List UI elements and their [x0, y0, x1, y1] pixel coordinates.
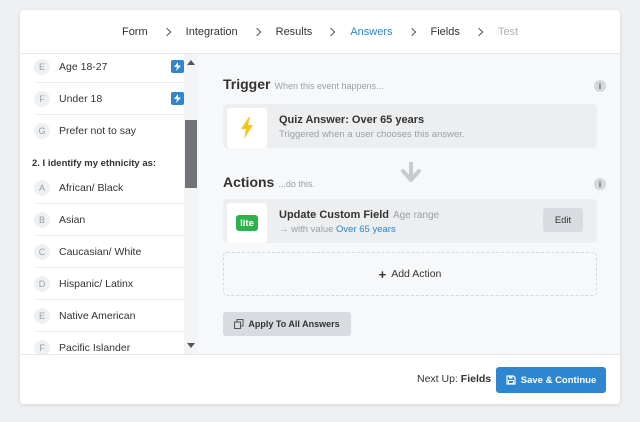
next-up-step: Fields: [460, 373, 492, 385]
breadcrumb-answers[interactable]: Answers: [342, 26, 400, 38]
scroll-down-arrow-icon[interactable]: [187, 343, 195, 348]
answer-label: Asian: [59, 213, 86, 226]
breadcrumb-test: Test: [497, 25, 519, 38]
arrow-down-icon: [400, 161, 422, 187]
action-field-hint: Age range: [393, 210, 440, 221]
scrollbar-thumb[interactable]: [185, 120, 197, 188]
answer-label: Caucasian/ White: [59, 245, 142, 258]
lightning-icon: [241, 117, 253, 139]
answer-letter: D: [34, 275, 50, 292]
info-icon[interactable]: i: [594, 80, 606, 92]
answer-item[interactable]: E Native American: [34, 300, 184, 332]
answer-letter: E: [34, 307, 50, 324]
automation-panel: Trigger When this event happens... i Quiz…: [198, 54, 620, 354]
add-action-button[interactable]: + Add Action: [223, 252, 597, 296]
breadcrumb: Form Integration Results Answers Fields …: [20, 10, 620, 54]
action-title: Update Custom Field: [279, 209, 390, 221]
chevron-right-icon: [327, 27, 336, 36]
answer-item[interactable]: F Under 18: [34, 83, 184, 115]
answer-label: Native American: [59, 309, 136, 322]
breadcrumb-form[interactable]: Form: [114, 26, 156, 38]
breadcrumb-results[interactable]: Results: [268, 26, 321, 38]
next-up-prefix: Next Up:: [417, 373, 458, 385]
answer-label: Hispanic/ Latinx: [59, 277, 134, 290]
answer-letter: C: [34, 243, 50, 260]
action-value-link[interactable]: Over 65 years: [336, 224, 396, 235]
plus-icon: +: [378, 266, 387, 282]
scroll-up-arrow-icon[interactable]: [187, 60, 195, 65]
answer-item[interactable]: F Pacific Islander: [34, 332, 184, 354]
answer-letter: E: [34, 58, 50, 75]
answer-letter: F: [34, 340, 50, 354]
answer-item[interactable]: E Age 18-27: [34, 54, 184, 83]
answer-label: Pacific Islander: [59, 342, 131, 354]
copy-icon: [234, 319, 244, 329]
bolt-icon: [171, 60, 184, 73]
edit-action-button[interactable]: Edit: [543, 208, 583, 232]
save-and-continue-button[interactable]: Save & Continue: [496, 367, 606, 393]
answers-list: E Age 18-27 F Under 18 G Prefer not to s…: [20, 54, 198, 354]
answer-item[interactable]: C Caucasian/ White: [34, 236, 184, 268]
action-desc-prefix: with value: [291, 224, 334, 235]
next-up-text: Next Up: Fields: [417, 373, 491, 385]
actions-heading: Actions ...do this.: [223, 174, 315, 190]
answer-label: African/ Black: [59, 181, 124, 194]
answer-item[interactable]: D Hispanic/ Latinx: [34, 268, 184, 300]
trigger-heading: Trigger When this event happens...: [223, 76, 384, 92]
answer-label: Under 18: [59, 92, 103, 105]
apply-label: Apply To All Answers: [248, 319, 340, 329]
integration-card: Form Integration Results Answers Fields …: [20, 10, 620, 404]
chevron-right-icon: [162, 27, 171, 36]
answers-scrollbar[interactable]: [184, 54, 198, 354]
answer-item[interactable]: B Asian: [34, 204, 184, 236]
add-action-label: Add Action: [391, 268, 442, 280]
answer-letter: B: [34, 211, 50, 228]
bolt-icon: [171, 92, 184, 105]
answer-label: Prefer not to say: [59, 125, 137, 137]
info-icon[interactable]: i: [594, 178, 606, 190]
lite-logo-icon: lite: [236, 215, 258, 231]
answer-letter: A: [34, 179, 50, 196]
actions-subtitle: ...do this.: [278, 179, 315, 189]
action-title-line: Update Custom Field Age range: [279, 209, 439, 221]
footer-bar: Next Up: Fields Save & Continue: [20, 354, 620, 404]
trigger-event-title: Quiz Answer: Over 65 years: [279, 114, 425, 126]
trigger-subtitle: When this event happens...: [274, 81, 384, 91]
action-description: → with value Over 65 years: [279, 224, 396, 235]
save-label: Save & Continue: [520, 374, 597, 386]
action-box: lite Update Custom Field Age range → with…: [223, 199, 597, 243]
save-icon: [506, 375, 516, 385]
actions-title: Actions: [223, 174, 275, 190]
question-title: 2. I identify my ethnicity as:: [32, 158, 157, 169]
trigger-icon-tile: [227, 108, 267, 148]
answer-item[interactable]: A African/ Black: [34, 172, 184, 204]
trigger-event-description: Triggered when a user chooses this answe…: [279, 129, 465, 140]
answer-label: Age 18-27: [59, 60, 108, 73]
arrow-right-icon: →: [279, 224, 292, 235]
breadcrumb-fields[interactable]: Fields: [423, 26, 468, 38]
answer-letter: F: [34, 90, 50, 107]
trigger-box: Quiz Answer: Over 65 years Triggered whe…: [223, 104, 597, 148]
trigger-title: Trigger: [223, 76, 271, 92]
breadcrumb-integration[interactable]: Integration: [178, 26, 246, 38]
action-logo-tile: lite: [227, 203, 267, 243]
answer-item[interactable]: G Prefer not to say: [34, 115, 184, 147]
apply-to-all-answers-button[interactable]: Apply To All Answers: [223, 312, 351, 336]
chevron-right-icon: [407, 27, 416, 36]
chevron-right-icon: [252, 27, 261, 36]
chevron-right-icon: [474, 27, 484, 36]
answer-letter: G: [34, 123, 50, 139]
